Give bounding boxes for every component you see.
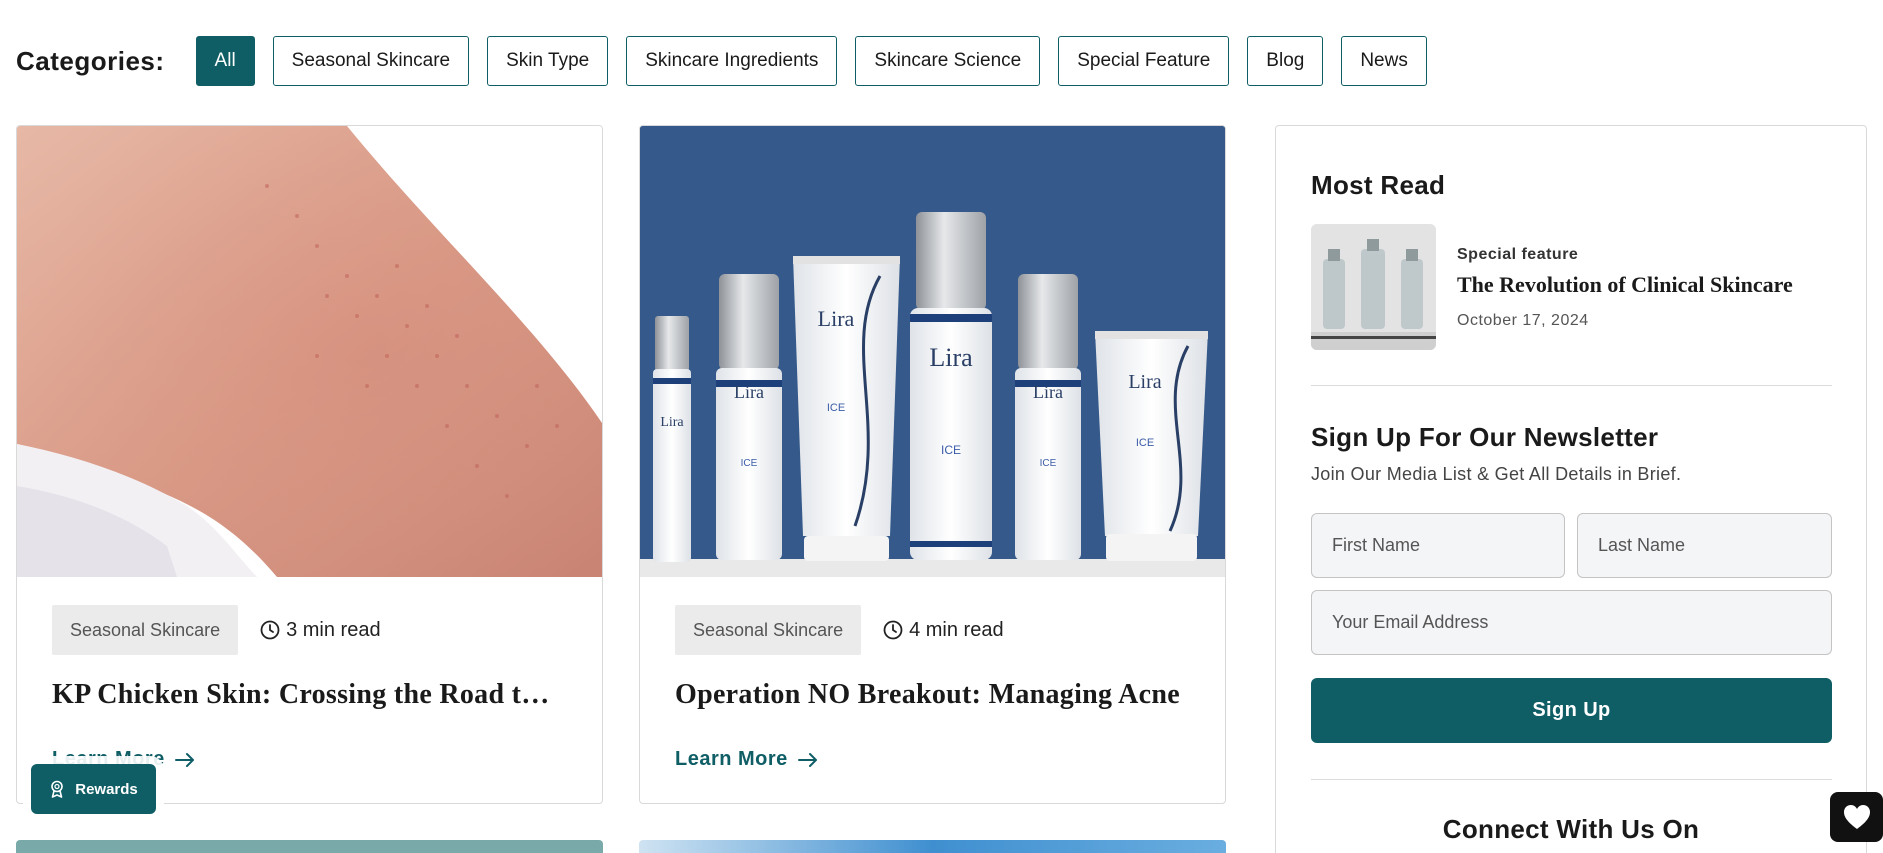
read-time: 3 min read (260, 619, 381, 642)
rewards-button[interactable]: Rewards (31, 764, 156, 814)
article-card[interactable]: Seasonal Skincare 3 min read KP Chicken … (16, 125, 603, 804)
svg-text:ICE: ICE (741, 458, 758, 469)
article-title[interactable]: Operation NO Breakout: Managing Acne (675, 679, 1200, 711)
divider (1311, 385, 1832, 386)
most-read-category[interactable]: Special feature (1457, 246, 1578, 264)
learn-more-label: Learn More (675, 748, 788, 770)
next-article-image[interactable] (639, 840, 1226, 853)
email-field[interactable] (1311, 590, 1832, 655)
read-time-text: 3 min read (286, 618, 381, 641)
divider (1311, 779, 1832, 780)
most-read-heading: Most Read (1311, 170, 1446, 200)
sign-up-button[interactable]: Sign Up (1311, 678, 1832, 743)
award-icon (51, 780, 64, 798)
last-name-field[interactable] (1577, 513, 1832, 578)
categories-bar: Categories: All Seasonal Skincare Skin T… (16, 36, 1445, 86)
category-special-feature-button[interactable]: Special Feature (1058, 36, 1230, 86)
most-read-date: October 17, 2024 (1457, 312, 1589, 329)
category-blog-button[interactable]: Blog (1247, 36, 1324, 86)
newsletter-heading: Sign Up For Our Newsletter (1311, 422, 1659, 452)
sidebar: Most Read Special feature The Revolution… (1275, 125, 1867, 853)
svg-text:ICE: ICE (1040, 458, 1057, 469)
most-read-title[interactable]: The Revolution of Clinical Skincare (1457, 272, 1793, 298)
rewards-label: Rewards (75, 780, 138, 798)
svg-text:Lira: Lira (929, 343, 973, 372)
svg-text:Lira: Lira (1033, 382, 1063, 402)
article-meta: Seasonal Skincare 4 min read (675, 605, 1004, 655)
article-meta: Seasonal Skincare 3 min read (52, 605, 381, 655)
category-skincare-science-button[interactable]: Skincare Science (855, 36, 1041, 86)
article-card[interactable]: Lira Lira ICE Lira ICE Lira ICE Lira ICE… (639, 125, 1226, 804)
clock-icon (260, 620, 280, 640)
article-title[interactable]: KP Chicken Skin: Crossing the Road t… (52, 679, 577, 711)
svg-text:ICE: ICE (827, 402, 845, 414)
most-read-thumbnail[interactable] (1311, 224, 1436, 350)
svg-text:ICE: ICE (1136, 437, 1154, 449)
wishlist-button[interactable] (1830, 792, 1883, 842)
learn-more-link[interactable]: Learn More (675, 748, 818, 771)
svg-text:Lira: Lira (734, 382, 764, 402)
svg-text:Lira: Lira (660, 415, 684, 430)
next-article-image[interactable] (16, 840, 603, 853)
newsletter-subtitle: Join Our Media List & Get All Details in… (1311, 464, 1682, 484)
connect-heading: Connect With Us On (1442, 814, 1700, 844)
heart-icon (1843, 805, 1870, 829)
svg-text:Lira: Lira (1128, 371, 1161, 393)
svg-text:ICE: ICE (941, 443, 961, 457)
article-tag[interactable]: Seasonal Skincare (52, 605, 239, 655)
first-name-field[interactable] (1311, 513, 1565, 578)
category-news-button[interactable]: News (1341, 36, 1427, 86)
arrow-right-icon (174, 752, 194, 767)
category-all-button[interactable]: All (195, 36, 255, 86)
article-tag[interactable]: Seasonal Skincare (675, 605, 862, 655)
categories-label: Categories: (16, 45, 165, 76)
category-skin-type-button[interactable]: Skin Type (487, 36, 609, 86)
clock-icon (883, 620, 903, 640)
arrow-right-icon (797, 752, 817, 767)
category-skincare-ingredients-button[interactable]: Skincare Ingredients (626, 36, 838, 86)
article-image-arm[interactable] (17, 126, 602, 577)
svg-text:Lira: Lira (818, 306, 855, 331)
category-seasonal-skincare-button[interactable]: Seasonal Skincare (272, 36, 470, 86)
read-time-text: 4 min read (909, 618, 1004, 641)
read-time: 4 min read (883, 619, 1004, 642)
article-image-products[interactable]: Lira Lira ICE Lira ICE Lira ICE Lira ICE… (640, 126, 1225, 577)
